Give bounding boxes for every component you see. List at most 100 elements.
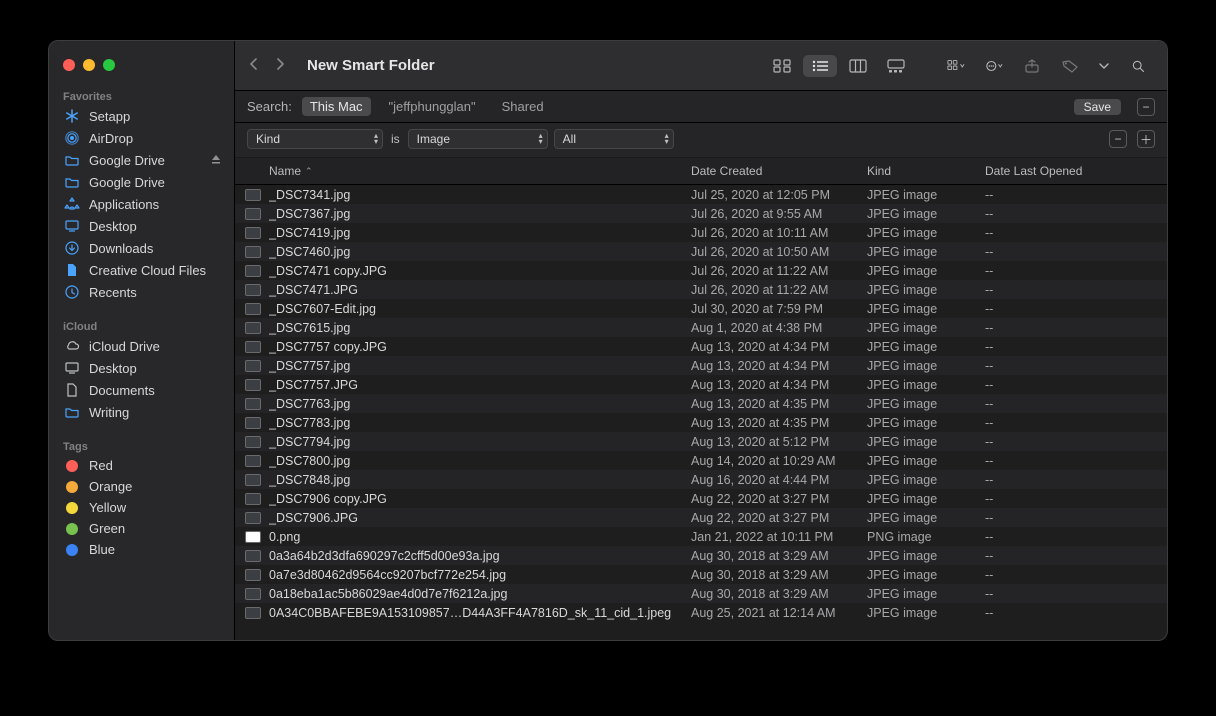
- nav-back-button[interactable]: [243, 58, 265, 73]
- sidebar-item-icloud-drive[interactable]: iCloud Drive: [49, 335, 234, 357]
- minimize-window-button[interactable]: [83, 59, 95, 71]
- criteria-match-select[interactable]: All ▴▾: [554, 129, 674, 149]
- sidebar-item-desktop[interactable]: Desktop: [49, 215, 234, 237]
- file-thumbnail-icon: [245, 417, 261, 429]
- column-kind[interactable]: Kind: [867, 164, 985, 178]
- file-row[interactable]: 0a3a64b2d3dfa690297c2cff5d00e93a.jpgAug …: [235, 546, 1167, 565]
- gallery-view-button[interactable]: [879, 55, 913, 77]
- file-row[interactable]: _DSC7471.JPGJul 26, 2020 at 11:22 AMJPEG…: [235, 280, 1167, 299]
- file-row[interactable]: _DSC7800.jpgAug 14, 2020 at 10:29 AMJPEG…: [235, 451, 1167, 470]
- toolbar-overflow-button[interactable]: [1091, 55, 1117, 77]
- file-kind: JPEG image: [867, 568, 985, 582]
- remove-criteria-button[interactable]: −: [1137, 98, 1155, 116]
- file-row[interactable]: _DSC7848.jpgAug 16, 2020 at 4:44 PMJPEG …: [235, 470, 1167, 489]
- criteria-value: Image: [417, 132, 450, 146]
- column-date-last-opened[interactable]: Date Last Opened: [985, 164, 1157, 178]
- file-row[interactable]: _DSC7367.jpgJul 26, 2020 at 9:55 AMJPEG …: [235, 204, 1167, 223]
- action-menu-button[interactable]: [977, 55, 1011, 77]
- file-row[interactable]: _DSC7419.jpgJul 26, 2020 at 10:11 AMJPEG…: [235, 223, 1167, 242]
- file-row[interactable]: _DSC7906 copy.JPGAug 22, 2020 at 3:27 PM…: [235, 489, 1167, 508]
- file-date-created: Aug 14, 2020 at 10:29 AM: [691, 454, 867, 468]
- scope-user-folder[interactable]: "jeffphungglan": [381, 97, 484, 116]
- criteria-add-button[interactable]: ＋: [1137, 130, 1155, 148]
- sidebar-item-yellow[interactable]: Yellow: [49, 497, 234, 518]
- file-row[interactable]: 0a18eba1ac5b86029ae4d0d7e7f6212a.jpgAug …: [235, 584, 1167, 603]
- sidebar-item-recents[interactable]: Recents: [49, 281, 234, 303]
- scope-shared[interactable]: Shared: [494, 97, 552, 116]
- file-row[interactable]: _DSC7757.jpgAug 13, 2020 at 4:34 PMJPEG …: [235, 356, 1167, 375]
- file-thumbnail-icon: [245, 246, 261, 258]
- tag-button[interactable]: [1053, 55, 1087, 77]
- sidebar-item-documents[interactable]: Documents: [49, 379, 234, 401]
- sidebar-item-google-drive[interactable]: Google Drive: [49, 149, 234, 171]
- file-row[interactable]: 0a7e3d80462d9564cc9207bcf772e254.jpgAug …: [235, 565, 1167, 584]
- close-window-button[interactable]: [63, 59, 75, 71]
- sidebar-item-label: iCloud Drive: [89, 339, 160, 354]
- file-list[interactable]: _DSC7341.jpgJul 25, 2020 at 12:05 PMJPEG…: [235, 185, 1167, 640]
- search-scope-bar: Search: This Mac "jeffphungglan" Shared …: [235, 91, 1167, 123]
- sidebar-item-desktop[interactable]: Desktop: [49, 357, 234, 379]
- file-date-last-opened: --: [985, 549, 1157, 563]
- file-date-created: Jul 26, 2020 at 9:55 AM: [691, 207, 867, 221]
- file-name: _DSC7757.JPG: [269, 378, 358, 392]
- file-row[interactable]: 0.pngJan 21, 2022 at 10:11 PMPNG image--: [235, 527, 1167, 546]
- file-date-last-opened: --: [985, 378, 1157, 392]
- file-date-last-opened: --: [985, 435, 1157, 449]
- nav-forward-button[interactable]: [269, 58, 291, 73]
- group-by-button[interactable]: [939, 55, 973, 77]
- column-date-created[interactable]: Date Created: [691, 164, 867, 178]
- window-title: New Smart Folder: [307, 57, 435, 74]
- zoom-window-button[interactable]: [103, 59, 115, 71]
- file-kind: JPEG image: [867, 492, 985, 506]
- sidebar: FavoritesSetappAirDropGoogle DriveGoogle…: [49, 41, 235, 640]
- file-row[interactable]: _DSC7341.jpgJul 25, 2020 at 12:05 PMJPEG…: [235, 185, 1167, 204]
- file-date-last-opened: --: [985, 340, 1157, 354]
- file-date-last-opened: --: [985, 454, 1157, 468]
- file-name: _DSC7615.jpg: [269, 321, 350, 335]
- file-row[interactable]: _DSC7906.JPGAug 22, 2020 at 3:27 PMJPEG …: [235, 508, 1167, 527]
- save-search-button[interactable]: Save: [1074, 99, 1121, 115]
- file-row[interactable]: _DSC7763.jpgAug 13, 2020 at 4:35 PMJPEG …: [235, 394, 1167, 413]
- sidebar-item-writing[interactable]: Writing: [49, 401, 234, 423]
- sidebar-item-applications[interactable]: Applications: [49, 193, 234, 215]
- file-thumbnail-icon: [245, 493, 261, 505]
- file-row[interactable]: _DSC7471 copy.JPGJul 26, 2020 at 11:22 A…: [235, 261, 1167, 280]
- file-row[interactable]: _DSC7757.JPGAug 13, 2020 at 4:34 PMJPEG …: [235, 375, 1167, 394]
- file-row[interactable]: _DSC7615.jpgAug 1, 2020 at 4:38 PMJPEG i…: [235, 318, 1167, 337]
- eject-icon[interactable]: [210, 153, 222, 168]
- column-view-button[interactable]: [841, 55, 875, 77]
- file-date-last-opened: --: [985, 302, 1157, 316]
- sidebar-item-creative-cloud-files[interactable]: Creative Cloud Files: [49, 259, 234, 281]
- file-row[interactable]: _DSC7794.jpgAug 13, 2020 at 5:12 PMJPEG …: [235, 432, 1167, 451]
- sidebar-item-setapp[interactable]: Setapp: [49, 105, 234, 127]
- file-date-last-opened: --: [985, 359, 1157, 373]
- file-name: _DSC7607-Edit.jpg: [269, 302, 376, 316]
- criteria-value-select[interactable]: Image ▴▾: [408, 129, 548, 149]
- file-date-last-opened: --: [985, 416, 1157, 430]
- search-button[interactable]: [1121, 55, 1155, 77]
- file-date-created: Aug 22, 2020 at 3:27 PM: [691, 511, 867, 525]
- sidebar-item-downloads[interactable]: Downloads: [49, 237, 234, 259]
- downloads-icon: [63, 240, 81, 256]
- scope-this-mac[interactable]: This Mac: [302, 97, 371, 116]
- criteria-attribute-select[interactable]: Kind ▴▾: [247, 129, 383, 149]
- file-row[interactable]: _DSC7757 copy.JPGAug 13, 2020 at 4:34 PM…: [235, 337, 1167, 356]
- sidebar-item-airdrop[interactable]: AirDrop: [49, 127, 234, 149]
- sidebar-item-orange[interactable]: Orange: [49, 476, 234, 497]
- share-button[interactable]: [1015, 55, 1049, 77]
- file-row[interactable]: _DSC7607-Edit.jpgJul 30, 2020 at 7:59 PM…: [235, 299, 1167, 318]
- file-date-created: Aug 30, 2018 at 3:29 AM: [691, 568, 867, 582]
- list-view-button[interactable]: [803, 55, 837, 77]
- sidebar-item-red[interactable]: Red: [49, 455, 234, 476]
- icon-view-button[interactable]: [765, 55, 799, 77]
- sidebar-item-blue[interactable]: Blue: [49, 539, 234, 560]
- sidebar-item-green[interactable]: Green: [49, 518, 234, 539]
- sidebar-item-google-drive[interactable]: Google Drive: [49, 171, 234, 193]
- criteria-remove-button[interactable]: −: [1109, 130, 1127, 148]
- file-kind: JPEG image: [867, 359, 985, 373]
- file-row[interactable]: _DSC7460.jpgJul 26, 2020 at 10:50 AMJPEG…: [235, 242, 1167, 261]
- tag-dot: [63, 523, 81, 535]
- column-name[interactable]: Name⌃: [269, 164, 691, 178]
- file-row[interactable]: _DSC7783.jpgAug 13, 2020 at 4:35 PMJPEG …: [235, 413, 1167, 432]
- file-row[interactable]: 0A34C0BBAFEBE9A153109857…D44A3FF4A7816D_…: [235, 603, 1167, 622]
